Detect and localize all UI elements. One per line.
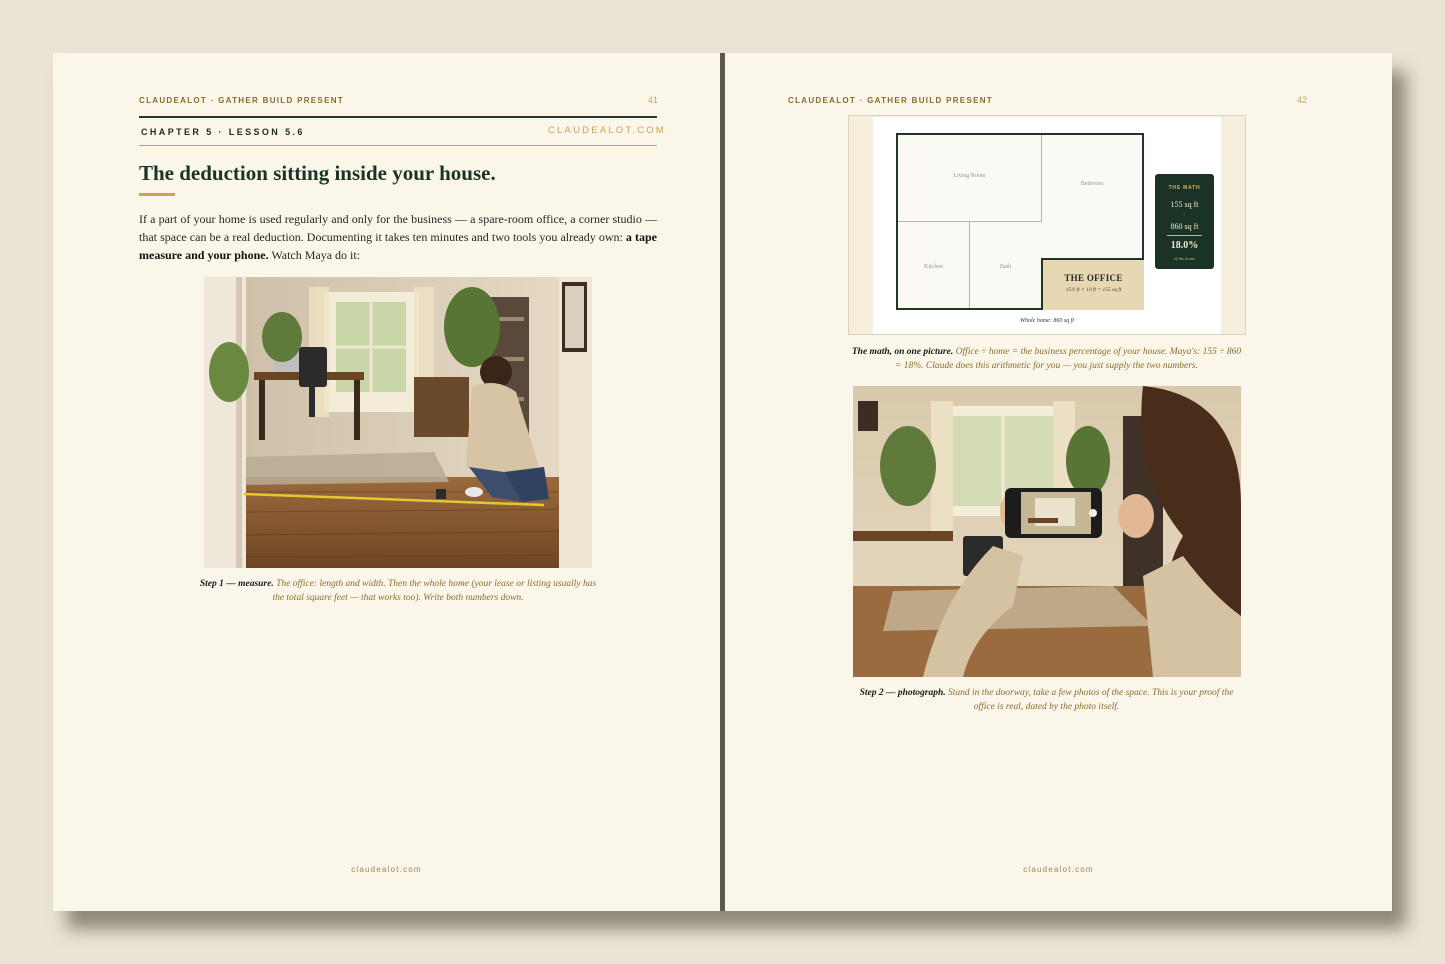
floor-plan-figure: Living Room Bedroom Kitchen Bath THE OFF… — [848, 115, 1246, 335]
measuring-photo — [204, 277, 592, 568]
page-footer: claudealot.com — [1023, 865, 1094, 874]
step1-caption: Step 1 — measure. The office: length and… — [199, 578, 597, 605]
intro-text: If a part of your home is used regularly… — [139, 212, 657, 244]
room-label: Kitchen — [924, 264, 943, 270]
header-rule — [139, 116, 657, 118]
math-operator: ÷ — [1183, 213, 1186, 218]
office-label: THE OFFICE — [1064, 273, 1123, 283]
math-result: 18.0% — [1170, 240, 1199, 251]
math-divider — [1167, 235, 1202, 236]
room-label: Bath — [999, 264, 1012, 270]
room-label: Living Room — [953, 173, 986, 179]
title-accent-bar — [139, 193, 175, 196]
page-title: The deduction sitting inside your house. — [139, 161, 496, 185]
math-card: THE MATH 155 sq ft ÷ 860 sq ft 18.0% of … — [1155, 174, 1214, 269]
book-spread: CLAUDEALOT · GATHER BUILD PRESENT 41 CHA… — [53, 53, 1392, 911]
left-page: CLAUDEALOT · GATHER BUILD PRESENT 41 CHA… — [53, 53, 720, 911]
room-label: Bedroom — [1080, 181, 1104, 187]
chapter-label: CHAPTER 5 · LESSON 5.6 — [141, 127, 305, 137]
site-tag: CLAUDEALOT.COM — [548, 125, 666, 136]
room-bath: Bath — [970, 222, 1041, 308]
office-room: THE OFFICE 15½ ft × 10 ft = 155 sq ft — [1041, 258, 1144, 310]
intro-tail: Watch Maya do it: — [268, 248, 361, 262]
caption-text: The office: length and width. Then the w… — [272, 579, 597, 603]
intro-paragraph: If a part of your home is used regularly… — [139, 210, 657, 264]
room-kitchen: Kitchen — [898, 222, 970, 308]
page-number: 42 — [1297, 95, 1308, 105]
step2-caption: Step 2 — photograph. Stand in the doorwa… — [850, 687, 1243, 714]
page-number: 41 — [648, 95, 659, 105]
floor-plan-outline: Living Room Bedroom Kitchen Bath THE OFF… — [896, 133, 1144, 310]
caption-lead: The math, on one picture. — [851, 347, 954, 357]
caption-text: Stand in the doorway, take a few photos … — [945, 688, 1234, 712]
whole-home-label: Whole home: 860 sq ft — [1020, 318, 1074, 324]
floor-plan-paper: Living Room Bedroom Kitchen Bath THE OFF… — [873, 117, 1221, 334]
room-living: Living Room — [898, 135, 1042, 222]
chapter-rule — [139, 145, 657, 146]
page-footer: claudealot.com — [351, 865, 422, 874]
math-denominator: 860 sq ft — [1170, 222, 1199, 231]
math-heading: THE MATH — [1168, 185, 1201, 191]
phone-photo — [853, 386, 1241, 677]
room-bedroom: Bedroom — [1042, 135, 1142, 258]
math-numerator: 155 sq ft — [1170, 200, 1199, 209]
math-subtext: of the home — [1174, 256, 1195, 261]
office-dimensions: 15½ ft × 10 ft = 155 sq ft — [1065, 287, 1122, 293]
running-head: CLAUDEALOT · GATHER BUILD PRESENT — [788, 96, 993, 105]
caption-lead: Step 1 — measure. — [199, 579, 274, 589]
running-head: CLAUDEALOT · GATHER BUILD PRESENT — [139, 96, 344, 105]
math-caption: The math, on one picture. Office ÷ home … — [850, 346, 1243, 373]
caption-lead: Step 2 — photograph. — [859, 688, 946, 698]
right-page: CLAUDEALOT · GATHER BUILD PRESENT 42 Liv… — [725, 53, 1392, 911]
